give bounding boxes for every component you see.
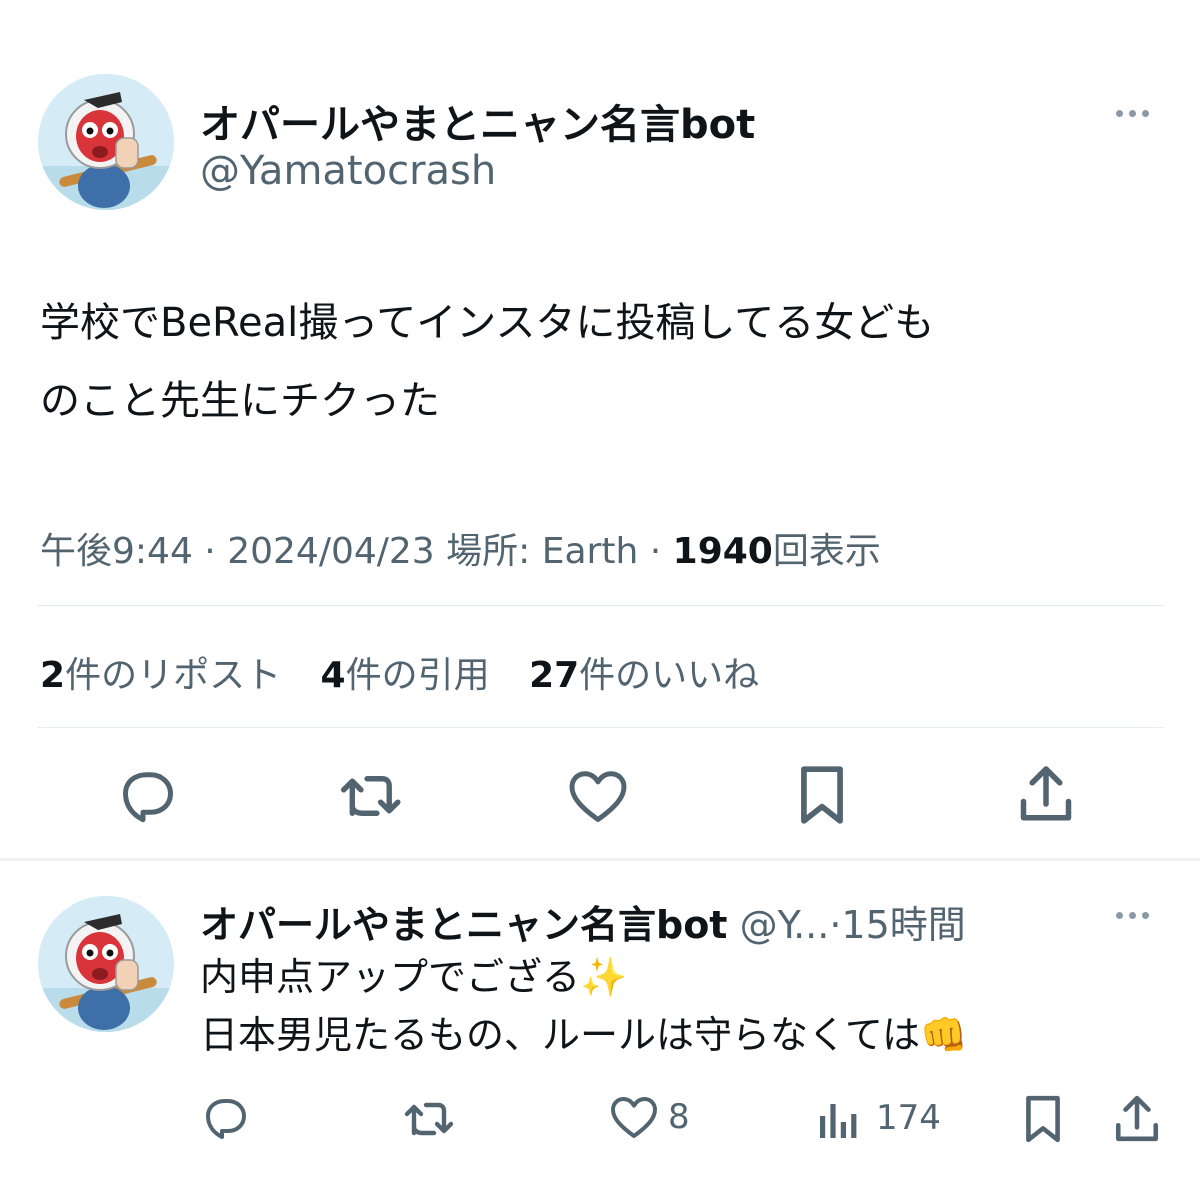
likes-label: 件のいいね bbox=[579, 655, 760, 696]
tweet-date[interactable]: 2024/04/23 bbox=[227, 531, 435, 572]
repost-button[interactable] bbox=[404, 1098, 456, 1140]
meta-separator: · bbox=[829, 903, 842, 947]
bookmark-icon bbox=[1026, 1095, 1060, 1143]
views-count: 1940 bbox=[672, 531, 773, 572]
meta-separator: · bbox=[204, 531, 216, 572]
sparkles-emoji: ✨ bbox=[580, 955, 628, 999]
bookmark-button[interactable] bbox=[798, 764, 846, 826]
repost-button[interactable] bbox=[340, 770, 404, 822]
reply-text-line: 内申点アップでござる✨ bbox=[200, 948, 967, 1006]
views-count: 174 bbox=[876, 1098, 941, 1138]
more-options-icon[interactable] bbox=[1116, 110, 1149, 117]
reply-header: オパールやまとニャン名言bot @Y...·15時間 bbox=[200, 894, 966, 949]
divider bbox=[38, 727, 1164, 728]
likes-count: 27 bbox=[529, 655, 580, 696]
reply-button[interactable] bbox=[202, 1096, 250, 1140]
reply-icon bbox=[123, 772, 173, 823]
reposts-label: 件のリポスト bbox=[65, 655, 282, 696]
bookmark-icon bbox=[801, 766, 843, 824]
like-button[interactable] bbox=[568, 770, 628, 822]
handle[interactable]: @Y... bbox=[740, 903, 830, 947]
repost-icon bbox=[340, 776, 401, 816]
avatar[interactable] bbox=[38, 74, 174, 210]
reply-icon bbox=[206, 1099, 246, 1139]
section-separator bbox=[0, 858, 1200, 861]
tengu-character-avatar bbox=[38, 74, 174, 210]
tweet-meta: 午後9:44 · 2024/04/23 場所: Earth · 1940回表示 bbox=[40, 522, 881, 574]
reply-text-line-content: 日本男児たるもの、ルールは守らなくては bbox=[200, 1013, 921, 1057]
display-name[interactable]: オパールやまとニャン名言bot bbox=[200, 903, 727, 947]
analytics-icon bbox=[820, 1104, 857, 1138]
share-icon bbox=[1020, 766, 1072, 821]
share-icon bbox=[1115, 1095, 1159, 1142]
quotes-label: 件の引用 bbox=[345, 655, 490, 696]
tengu-character-avatar bbox=[38, 896, 174, 1032]
fist-emoji: 👊 bbox=[920, 1013, 968, 1057]
like-icon bbox=[569, 771, 627, 822]
reposts-stat[interactable]: 2件のリポスト bbox=[40, 655, 281, 696]
tweet-stats: 2件のリポスト 4件の引用 27件のいいね bbox=[40, 646, 787, 698]
reply-text: 内申点アップでござる✨ 日本男児たるもの、ルールは守らなくては👊 bbox=[200, 948, 967, 1064]
share-button[interactable] bbox=[1114, 1094, 1160, 1144]
tweet-text: 学校でBeReal撮ってインスタに投稿してる女ども のこと先生にチクった bbox=[40, 284, 934, 440]
share-button[interactable] bbox=[1018, 764, 1074, 824]
repost-icon bbox=[404, 1102, 454, 1136]
reply-text-line-content: 内申点アップでござる bbox=[200, 955, 581, 999]
reposts-count: 2 bbox=[40, 655, 66, 696]
tweet-time[interactable]: 午後9:44 bbox=[40, 531, 193, 572]
like-button[interactable]: 8 bbox=[610, 1096, 690, 1138]
views-label: 回表示 bbox=[772, 531, 881, 572]
display-name[interactable]: オパールやまとニャン名言bot bbox=[200, 92, 755, 150]
quotes-stat[interactable]: 4件の引用 bbox=[321, 655, 490, 696]
reply-time[interactable]: 15時間 bbox=[841, 903, 965, 947]
likes-stat[interactable]: 27件のいいね bbox=[529, 655, 759, 696]
handle[interactable]: @Yamatocrash bbox=[200, 148, 496, 194]
avatar[interactable] bbox=[38, 896, 174, 1032]
quotes-count: 4 bbox=[320, 655, 346, 696]
more-options-icon[interactable] bbox=[1116, 912, 1149, 919]
tweet-location: 場所: Earth bbox=[446, 531, 639, 572]
bookmark-button[interactable] bbox=[1024, 1094, 1062, 1144]
tweet-text-line: のこと先生にチクった bbox=[40, 378, 440, 424]
main-tweet: オパールやまとニャン名言bot @Yamatocrash 学校でBeReal撮っ… bbox=[0, 0, 1200, 858]
like-icon bbox=[611, 1097, 657, 1138]
views-button[interactable]: 174 bbox=[816, 1096, 941, 1140]
tweet-text-line: 学校でBeReal撮ってインスタに投稿してる女ども bbox=[40, 300, 935, 346]
reply-button[interactable] bbox=[118, 768, 178, 824]
meta-separator: · bbox=[649, 531, 662, 572]
reply-text-line: 日本男児たるもの、ルールは守らなくては👊 bbox=[200, 1006, 967, 1064]
divider bbox=[38, 605, 1164, 606]
likes-count: 8 bbox=[668, 1097, 690, 1137]
